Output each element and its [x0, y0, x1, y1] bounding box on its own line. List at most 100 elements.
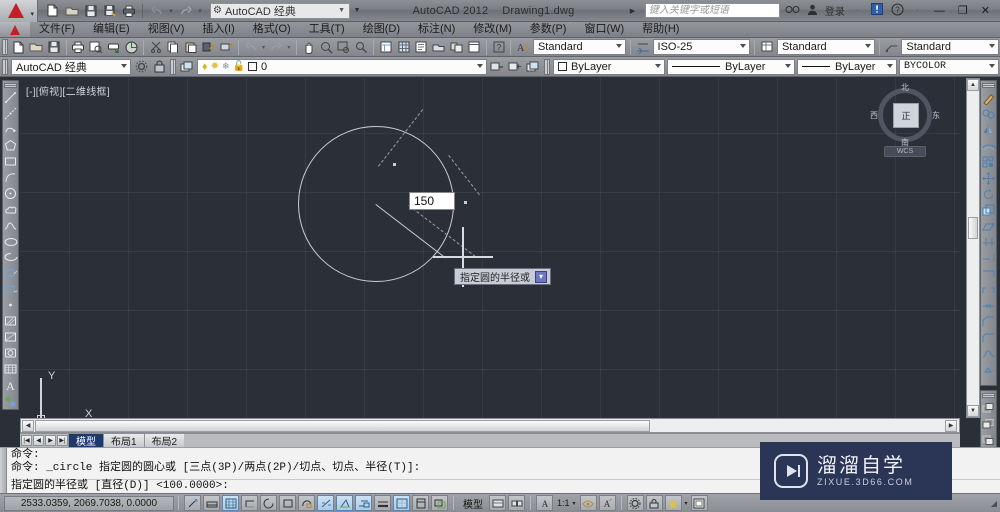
- menu-item-view[interactable]: 视图(V): [139, 22, 194, 37]
- quick-view-drawings-icon[interactable]: [508, 495, 525, 511]
- matchprop-icon[interactable]: [200, 39, 218, 56]
- bring-to-front-icon[interactable]: [981, 400, 996, 416]
- help-icon[interactable]: ?: [890, 2, 905, 19]
- annotation-scale-value[interactable]: 1:1: [554, 498, 573, 508]
- markup-icon[interactable]: [448, 39, 466, 56]
- send-to-back-icon[interactable]: [981, 416, 996, 432]
- lightbulb-icon[interactable]: ♦: [202, 61, 208, 73]
- offset-icon[interactable]: [981, 138, 996, 154]
- polygon-icon[interactable]: [3, 138, 18, 154]
- 3dprint-icon[interactable]: [122, 39, 140, 56]
- object-snap-tracking-toggle[interactable]: [317, 495, 334, 511]
- undo-dropdown-icon[interactable]: ▾: [260, 39, 268, 56]
- toolbar-grip[interactable]: [2, 39, 8, 55]
- table-style-icon[interactable]: [758, 39, 776, 56]
- annotation-scale-icon[interactable]: A: [536, 495, 553, 511]
- lock-toolbar-icon[interactable]: [150, 58, 168, 75]
- make-block-icon[interactable]: [3, 281, 18, 297]
- vertical-scroll-thumb[interactable]: [968, 217, 978, 239]
- search-input[interactable]: 键入关键字或短语: [644, 3, 780, 18]
- publish-icon[interactable]: [105, 39, 123, 56]
- insert-block-icon[interactable]: [3, 265, 18, 281]
- clean-screen-icon[interactable]: [690, 495, 708, 511]
- menu-item-dimension[interactable]: 标注(N): [409, 22, 464, 37]
- tab-last-icon[interactable]: ▶|: [57, 435, 68, 446]
- horizontal-scrollbar[interactable]: ◀ ▶: [20, 418, 960, 433]
- toolbar-grip[interactable]: [2, 58, 8, 75]
- command-window-grip[interactable]: [0, 448, 7, 493]
- minimize-button[interactable]: —: [930, 5, 949, 17]
- object-snap-toggle[interactable]: [279, 495, 296, 511]
- snap-mode-toggle[interactable]: [203, 495, 220, 511]
- sheetset-icon[interactable]: [430, 39, 448, 56]
- grid-display-toggle[interactable]: [222, 495, 239, 511]
- line-icon[interactable]: [3, 90, 18, 106]
- undo-icon[interactable]: [242, 39, 260, 56]
- viewcube-west-label[interactable]: 西: [870, 110, 878, 121]
- menu-item-format[interactable]: 格式(O): [244, 22, 300, 37]
- exchange-app-icon[interactable]: [870, 3, 885, 18]
- cut-icon[interactable]: [147, 39, 165, 56]
- quick-properties-toggle[interactable]: [412, 495, 429, 511]
- join-icon[interactable]: [981, 298, 996, 314]
- undo-dropdown-icon[interactable]: ▾: [167, 2, 175, 19]
- 3d-object-snap-toggle[interactable]: [298, 495, 315, 511]
- vertical-scrollbar[interactable]: ▲ ▼: [966, 78, 980, 418]
- point-icon[interactable]: [3, 297, 18, 313]
- workspace-selector[interactable]: ⚙ AutoCAD 经典 ▼: [210, 2, 350, 19]
- workspace-settings-icon[interactable]: [132, 58, 150, 75]
- paste-icon[interactable]: [182, 39, 200, 56]
- freeze-icon[interactable]: ❄: [222, 61, 230, 72]
- show-lineweight-toggle[interactable]: [374, 495, 391, 511]
- explode-icon[interactable]: [981, 362, 996, 378]
- toolpalettes-icon[interactable]: [412, 39, 430, 56]
- region-icon[interactable]: [3, 345, 18, 361]
- tab-layout2[interactable]: 布局2: [143, 434, 185, 448]
- view-cube[interactable]: 正 北 南 东 西 WCS: [870, 82, 940, 157]
- move-icon[interactable]: [981, 170, 996, 186]
- stretch-icon[interactable]: [981, 218, 996, 234]
- designcenter-icon[interactable]: [395, 39, 413, 56]
- text-style-icon[interactable]: A: [514, 39, 532, 56]
- redo-dropdown-icon[interactable]: ▾: [196, 2, 204, 19]
- revision-cloud-icon[interactable]: [3, 202, 18, 218]
- ortho-mode-toggle[interactable]: [241, 495, 258, 511]
- hardware-acceleration-icon[interactable]: [664, 495, 682, 511]
- close-button[interactable]: ✕: [977, 4, 994, 17]
- mirror-icon[interactable]: [981, 122, 996, 138]
- rectangle-icon[interactable]: [3, 154, 18, 170]
- redo-icon[interactable]: [177, 2, 194, 19]
- lock-icon[interactable]: 🔓: [233, 61, 245, 72]
- application-menu-button[interactable]: ▾: [0, 0, 38, 22]
- menu-item-parametric[interactable]: 参数(P): [521, 22, 576, 37]
- viewcube-east-label[interactable]: 东: [932, 110, 940, 121]
- save-icon[interactable]: [82, 2, 99, 19]
- layer-properties-icon[interactable]: [178, 58, 196, 75]
- open-icon[interactable]: [28, 39, 46, 56]
- color-combo[interactable]: ByLayer: [553, 58, 665, 75]
- scale-icon[interactable]: [981, 202, 996, 218]
- menu-item-tools[interactable]: 工具(T): [300, 22, 354, 37]
- transparency-toggle[interactable]: [393, 495, 410, 511]
- ellipse-icon[interactable]: [3, 234, 18, 250]
- plot-preview-icon[interactable]: [87, 39, 105, 56]
- color-swatch[interactable]: [558, 62, 567, 71]
- coordinate-display[interactable]: 2533.0359, 2069.7038, 0.0000: [4, 495, 174, 511]
- break-icon[interactable]: [981, 282, 996, 298]
- construction-line-icon[interactable]: [3, 106, 18, 122]
- spline-icon[interactable]: [3, 218, 18, 234]
- menu-item-file[interactable]: 文件(F): [30, 22, 84, 37]
- plot-icon[interactable]: [120, 2, 137, 19]
- maximize-button[interactable]: ❐: [954, 4, 972, 17]
- tab-layout1[interactable]: 布局1: [103, 434, 144, 448]
- sun-icon[interactable]: ✹: [211, 61, 219, 72]
- linetype-combo[interactable]: ByLayer: [667, 58, 795, 75]
- toolbar-lock-icon[interactable]: [645, 495, 663, 511]
- make-current-icon[interactable]: [488, 58, 506, 75]
- user-account-icon[interactable]: [805, 4, 820, 18]
- pan-icon[interactable]: [300, 39, 318, 56]
- properties-icon[interactable]: [377, 39, 395, 56]
- menu-item-draw[interactable]: 绘图(D): [354, 22, 409, 37]
- tab-prev-icon[interactable]: ◀: [33, 435, 44, 446]
- scroll-left-button[interactable]: ◀: [22, 419, 34, 432]
